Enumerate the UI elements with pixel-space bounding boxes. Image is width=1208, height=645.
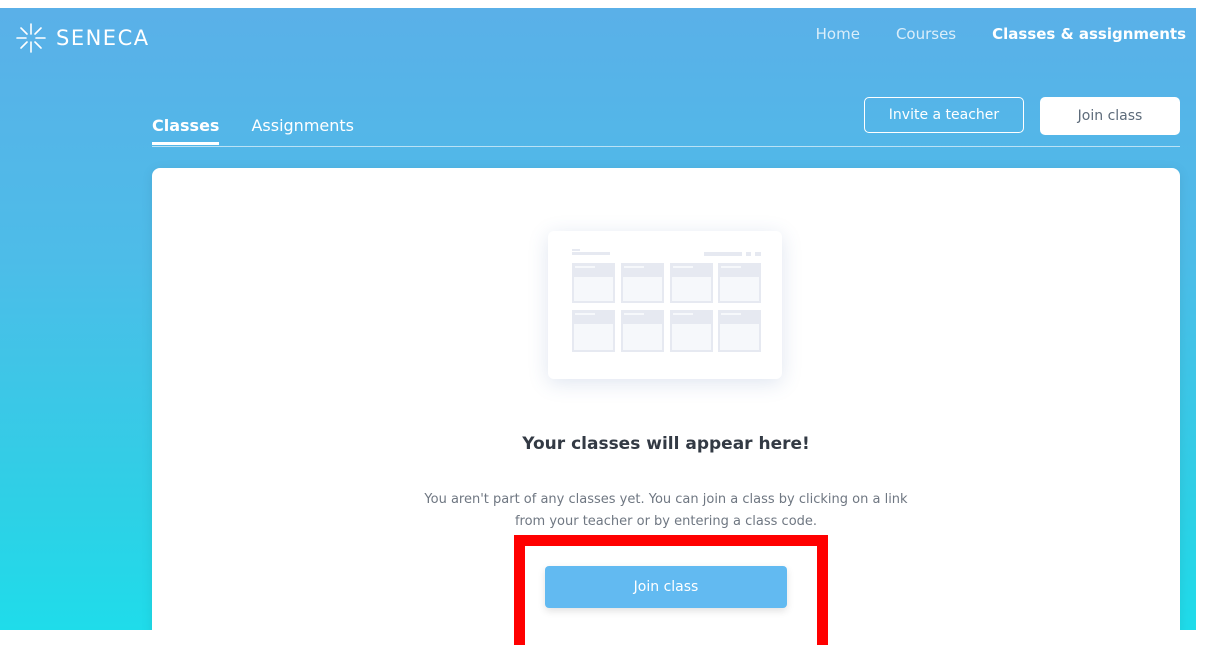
invite-teacher-button[interactable]: Invite a teacher [864, 97, 1024, 133]
seneca-logo[interactable]: SENECA [14, 18, 150, 58]
app-background: SENECA Home Courses Classes & assignment… [0, 8, 1196, 630]
join-class-button[interactable]: Join class [545, 566, 787, 608]
tab-assignments[interactable]: Assignments [251, 116, 354, 145]
nav-classes-assignments[interactable]: Classes & assignments [992, 22, 1186, 46]
brand-name: SENECA [56, 26, 150, 50]
tab-divider [152, 146, 1180, 147]
empty-state-title: Your classes will appear here! [522, 434, 810, 454]
page-edge [1196, 0, 1208, 630]
nav-home[interactable]: Home [816, 22, 860, 46]
empty-classes-illustration [548, 231, 782, 379]
tab-classes[interactable]: Classes [152, 116, 220, 145]
top-nav: Home Courses Classes & assignments [780, 22, 1186, 46]
classes-card: Your classes will appear here! You aren'… [152, 168, 1180, 630]
tab-bar: Classes Assignments [152, 116, 386, 145]
empty-state-description: You aren't part of any classes yet. You … [424, 492, 908, 529]
classes-grid-illustration-icon [572, 249, 761, 352]
join-class-header-button[interactable]: Join class [1040, 97, 1180, 135]
nav-courses[interactable]: Courses [896, 22, 956, 46]
seneca-spark-icon [14, 21, 48, 55]
